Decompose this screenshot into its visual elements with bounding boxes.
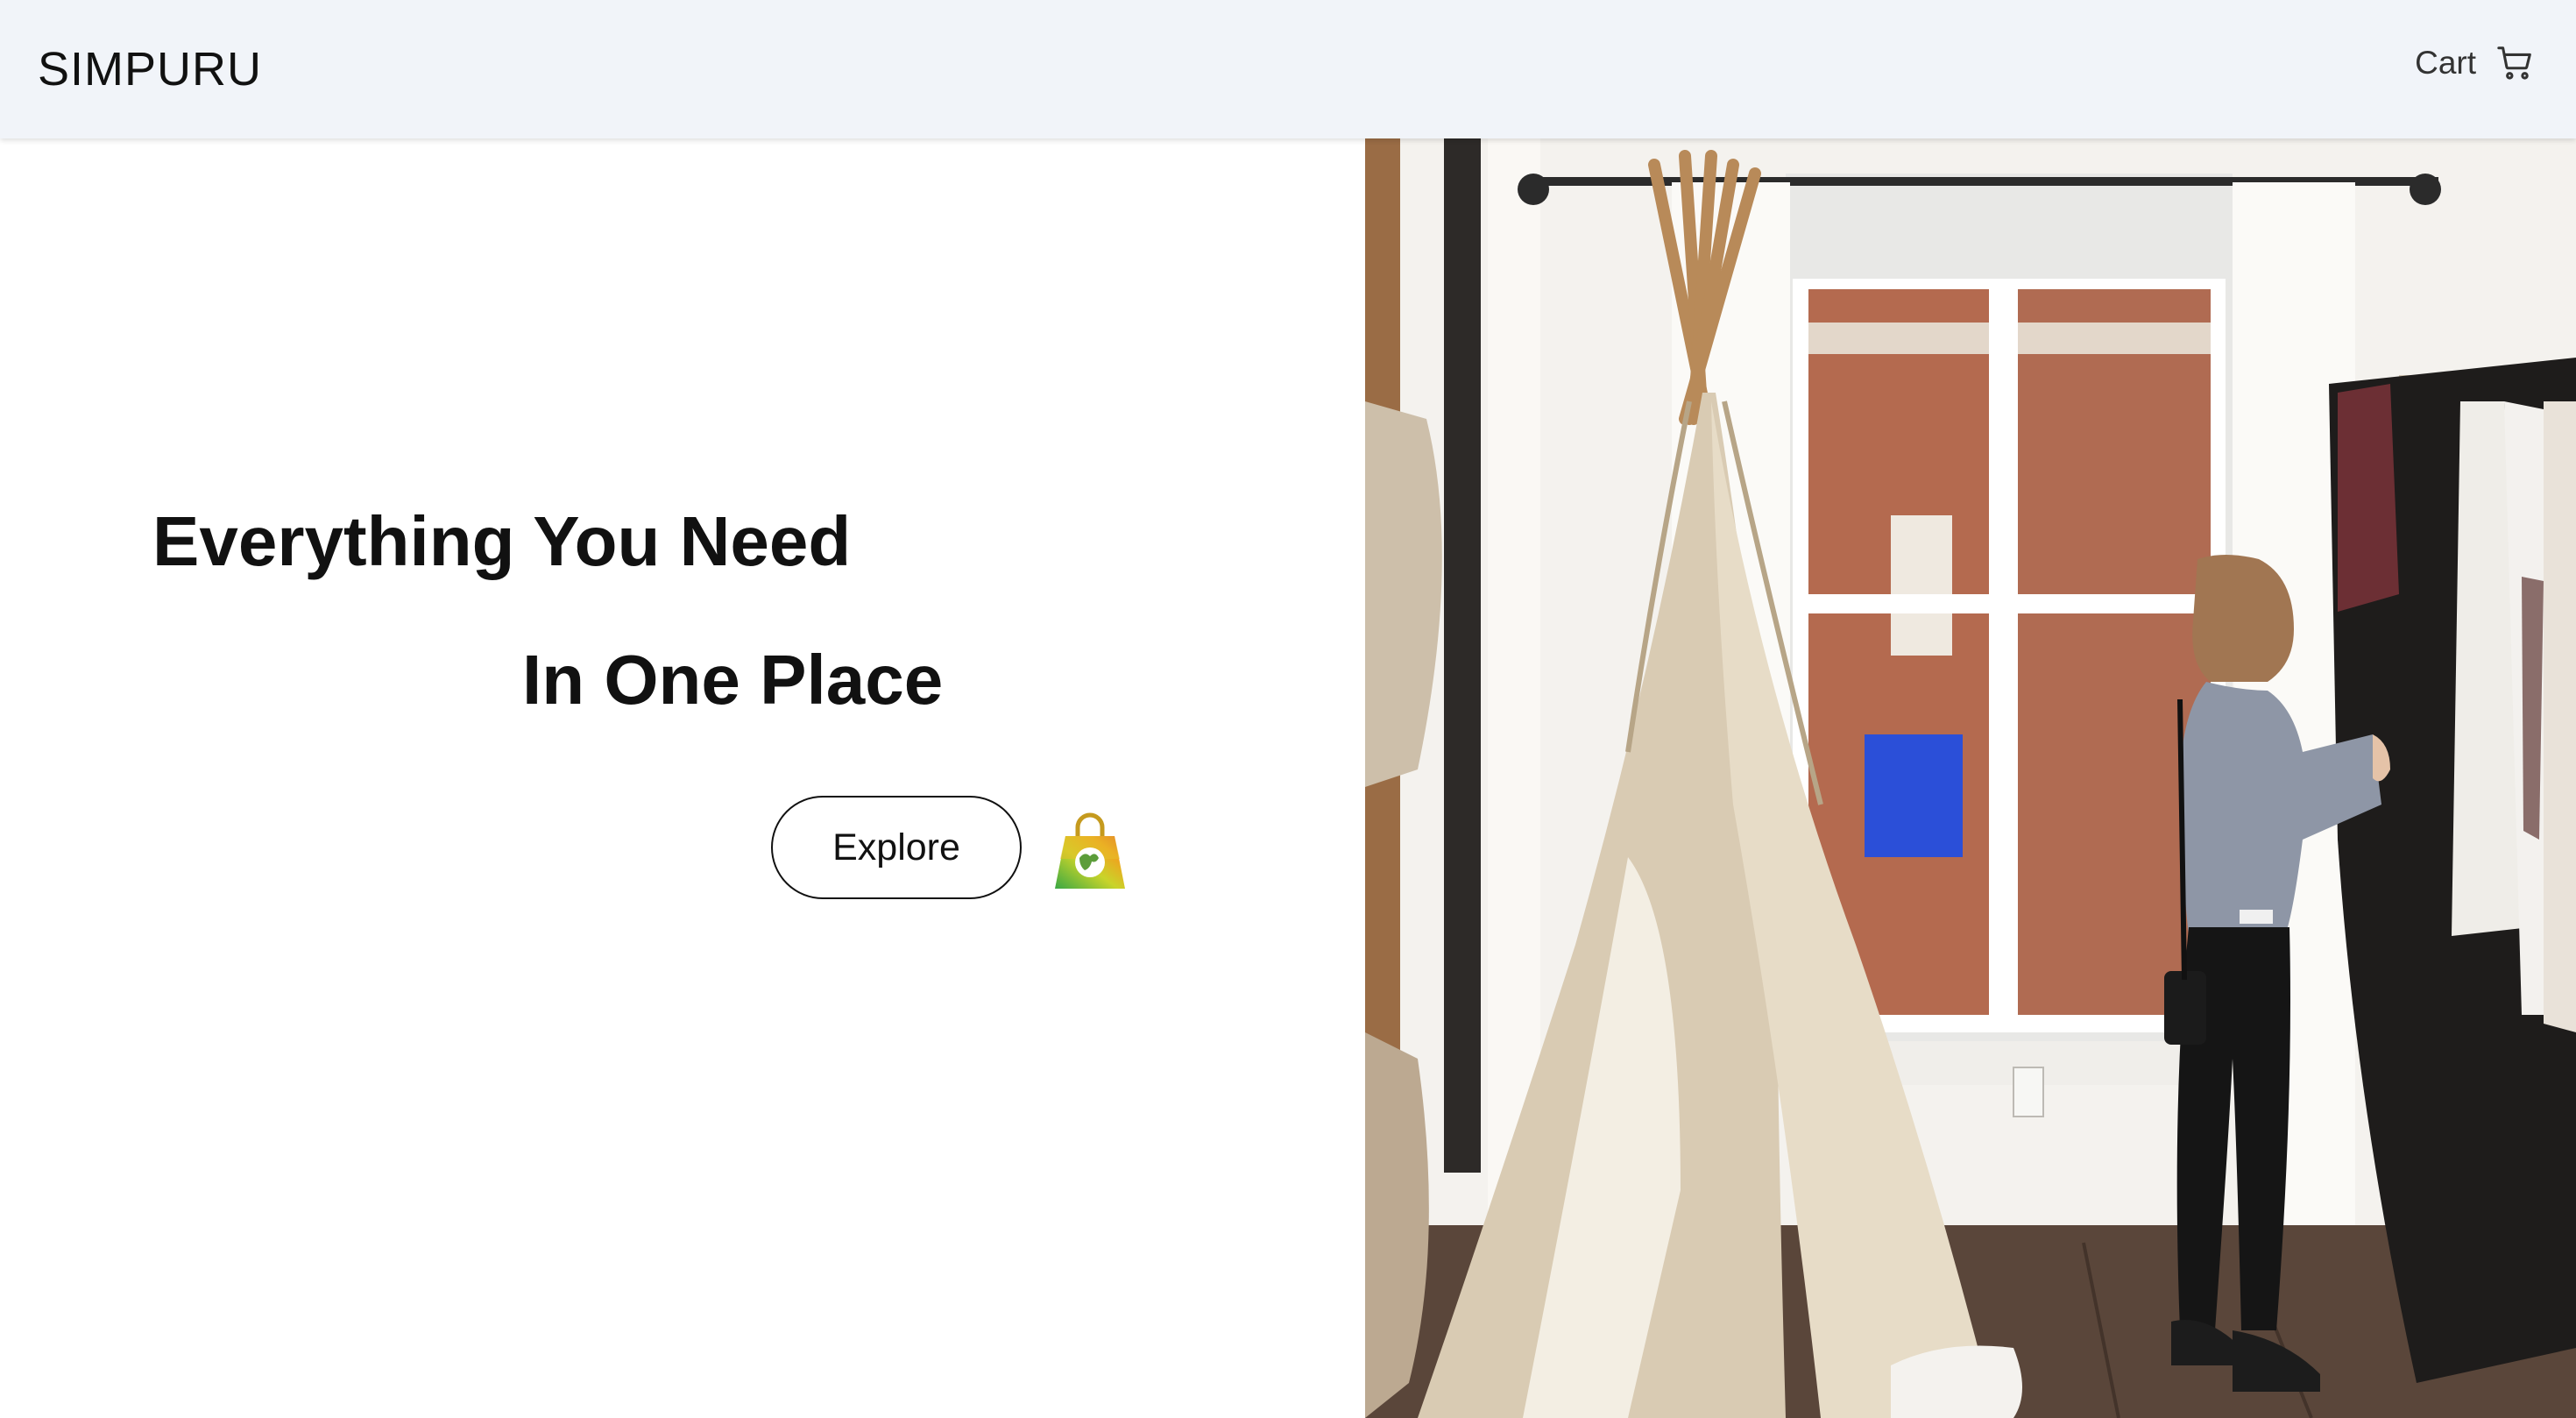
- hero-headline-line1: Everything You Need: [152, 502, 852, 580]
- hero-image: [1365, 138, 2576, 1418]
- navbar: SIMPURU Cart: [0, 0, 2576, 138]
- shopping-bag-logo-icon: [1055, 812, 1125, 889]
- explore-button[interactable]: Explore: [771, 796, 1022, 899]
- cart-link[interactable]: Cart: [2415, 40, 2536, 86]
- cart-label: Cart: [2415, 45, 2476, 81]
- store-photo: [1365, 138, 2576, 1418]
- hero-headline-line2: In One Place: [522, 641, 944, 719]
- brand-logo[interactable]: SIMPURU: [38, 40, 262, 98]
- hero-section: Everything You Need In One Place Explore: [0, 138, 1365, 1418]
- cart-icon: [2497, 46, 2531, 80]
